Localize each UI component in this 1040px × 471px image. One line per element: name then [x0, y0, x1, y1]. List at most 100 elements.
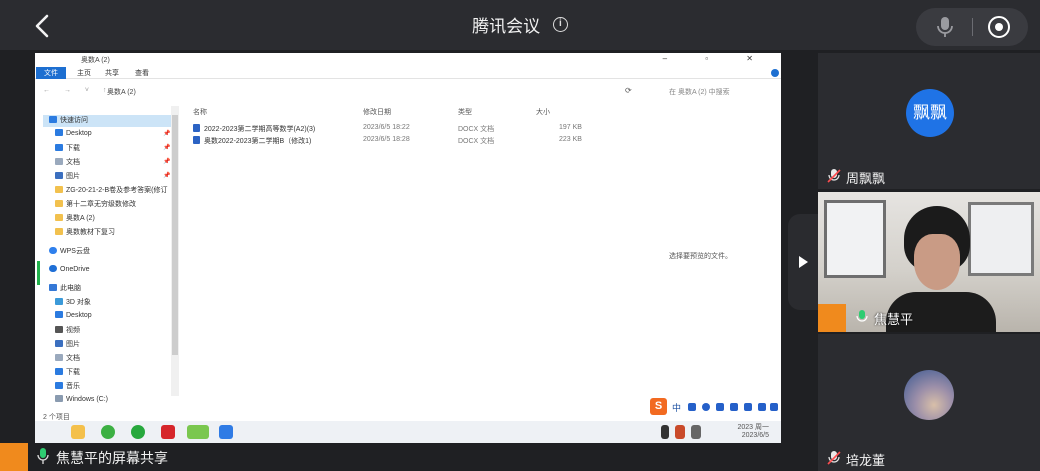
- nav-item-pictures[interactable]: 图片: [55, 339, 80, 351]
- participant-tile[interactable]: 培龙董: [818, 334, 1040, 471]
- tab-file[interactable]: 文件: [36, 67, 66, 79]
- nav-item-music[interactable]: 音乐: [55, 381, 80, 393]
- nav-item-onedrive[interactable]: OneDrive: [49, 265, 90, 277]
- background-window: [824, 200, 886, 278]
- emoji-icon[interactable]: [702, 403, 710, 411]
- computer-icon: [49, 284, 57, 291]
- window-controls-icon[interactable]: – ▫ ✕: [663, 54, 771, 63]
- screen-share-label: 焦慧平的屏幕共享: [0, 441, 400, 471]
- file-name: 2022-2023第二学期高等数学(A2)(3): [204, 126, 316, 133]
- tab-home[interactable]: 主页: [77, 68, 91, 78]
- folder-icon: [55, 228, 63, 235]
- breadcrumb[interactable]: 奥数A (2): [107, 87, 136, 97]
- nav-item-folder[interactable]: 奥数教材下复习: [55, 227, 115, 239]
- file-explorer-icon[interactable]: [71, 425, 85, 439]
- desktop-icon: [55, 311, 63, 318]
- preview-pane-message: 选择要预览的文件。: [669, 253, 732, 260]
- record-icon[interactable]: [988, 16, 1010, 38]
- participant-tile[interactable]: 焦慧平: [818, 192, 1040, 332]
- expand-panel-button[interactable]: [788, 214, 818, 310]
- search-input[interactable]: 在 奥数A (2) 中搜索: [665, 85, 777, 97]
- nav-item-quick-access[interactable]: 快速访问: [43, 115, 171, 127]
- picture-icon: [55, 340, 63, 347]
- file-size: 223 KB: [559, 136, 582, 143]
- nav-item-downloads[interactable]: 下载: [55, 367, 80, 379]
- microphone-icon: [37, 448, 49, 464]
- nav-item-videos[interactable]: 视频: [55, 325, 80, 337]
- voice-icon[interactable]: [716, 403, 724, 411]
- participant-name: 培龙董: [846, 453, 886, 468]
- address-bar: ← → ˅ ↑ 奥数A (2) ⟳ 在 奥数A (2) 中搜索: [35, 83, 781, 99]
- picture-icon: [55, 172, 63, 179]
- pin-icon[interactable]: 📌: [163, 144, 170, 151]
- file-row[interactable]: 奥数2022-2023第二学期B（修改1) 2023/6/5 18:28 DOC…: [193, 135, 633, 147]
- info-icon[interactable]: i: [552, 17, 568, 32]
- nav-item-folder[interactable]: 第十二章无穷级数修改: [55, 199, 136, 211]
- microphone-icon: [856, 310, 868, 322]
- column-size[interactable]: 大小: [536, 107, 550, 117]
- chinese-mode-icon[interactable]: 中: [672, 401, 681, 414]
- folder-icon: [55, 200, 63, 207]
- browser-icon[interactable]: [101, 425, 115, 439]
- file-type: DOCX 文档: [458, 126, 495, 133]
- nav-item-desktop[interactable]: Desktop: [55, 311, 92, 323]
- file-name: 奥数2022-2023第二学期B（修改1): [204, 138, 312, 145]
- tab-share[interactable]: 共享: [105, 68, 119, 78]
- help-icon[interactable]: [771, 69, 779, 77]
- wechat-icon[interactable]: [187, 425, 209, 439]
- nav-item-windows-c[interactable]: Windows (C:): [55, 395, 108, 407]
- star-icon: [49, 116, 57, 123]
- word-document-icon: [193, 136, 200, 144]
- tray-icon[interactable]: [675, 425, 685, 439]
- meeting-title: 腾讯会议 i: [0, 12, 1040, 37]
- wps-icon[interactable]: [161, 425, 175, 439]
- nav-scrollbar-thumb[interactable]: [172, 115, 178, 355]
- skin-icon[interactable]: [758, 403, 766, 411]
- top-controls: [916, 8, 1028, 46]
- grid-icon[interactable]: [770, 403, 778, 411]
- taskbar-clock[interactable]: 2023 周一 2023/6/5: [737, 424, 769, 440]
- file-type: DOCX 文档: [458, 138, 495, 145]
- app-icon[interactable]: [131, 425, 145, 439]
- nav-item-folder[interactable]: 奥数A (2): [55, 213, 95, 225]
- punctuation-icon[interactable]: [688, 403, 696, 411]
- file-row[interactable]: 2022-2023第二学期高等数学(A2)(3) 2023/6/5 18:22 …: [193, 123, 633, 135]
- sogou-ime-icon[interactable]: S: [650, 398, 667, 415]
- keyboard-icon[interactable]: [730, 403, 738, 411]
- clock-date: 2023/6/5: [741, 432, 769, 439]
- nav-item-desktop[interactable]: Desktop: [55, 129, 92, 141]
- column-name[interactable]: 名称: [193, 107, 207, 117]
- nav-item-downloads[interactable]: 下载: [55, 143, 80, 155]
- nav-item-documents[interactable]: 文档: [55, 353, 80, 365]
- taskbar: 2023 周一 2023/6/5: [35, 421, 781, 443]
- folder-icon: [55, 186, 63, 193]
- cloud-icon: [49, 247, 57, 254]
- refresh-icon[interactable]: ⟳: [625, 86, 632, 95]
- nav-item-wps-cloud[interactable]: WPS云盘: [49, 246, 90, 258]
- microphone-icon[interactable]: [934, 16, 956, 38]
- nav-item-3d-objects[interactable]: 3D 对象: [55, 297, 91, 309]
- volume-icon[interactable]: [691, 425, 701, 439]
- navigation-pane: 快速访问 Desktop 下载 文档 图片 ZG-20-21-2-B卷及参考答案…: [35, 103, 181, 408]
- tray-icon[interactable]: [661, 425, 669, 439]
- participant-tile[interactable]: 飘飘 周飘飘: [818, 53, 1040, 189]
- toolbox-icon[interactable]: [744, 403, 752, 411]
- video-icon: [55, 326, 63, 333]
- pin-icon[interactable]: 📌: [163, 172, 170, 179]
- avatar: 飘飘: [906, 89, 954, 137]
- pin-icon[interactable]: 📌: [163, 130, 170, 137]
- clock-time: 2023 周一: [737, 424, 769, 431]
- column-type[interactable]: 类型: [458, 107, 472, 117]
- nav-item-pictures[interactable]: 图片: [55, 171, 80, 183]
- pin-icon[interactable]: 📌: [163, 158, 170, 165]
- nav-item-folder[interactable]: ZG-20-21-2-B卷及参考答案(修订: [55, 185, 168, 197]
- microphone-muted-icon: [827, 451, 841, 465]
- nav-arrows-icon[interactable]: ← → ˅ ↑: [43, 87, 112, 94]
- tab-view[interactable]: 查看: [135, 68, 149, 78]
- music-icon: [55, 382, 63, 389]
- column-date[interactable]: 修改日期: [363, 107, 391, 117]
- nav-item-this-pc[interactable]: 此电脑: [49, 283, 81, 295]
- meeting-app-icon[interactable]: [219, 425, 233, 439]
- nav-item-documents[interactable]: 文档: [55, 157, 80, 169]
- shared-screen: 奥数A (2) – ▫ ✕ 文件 主页 共享 查看 ← → ˅ ↑ 奥数A (2…: [35, 53, 781, 443]
